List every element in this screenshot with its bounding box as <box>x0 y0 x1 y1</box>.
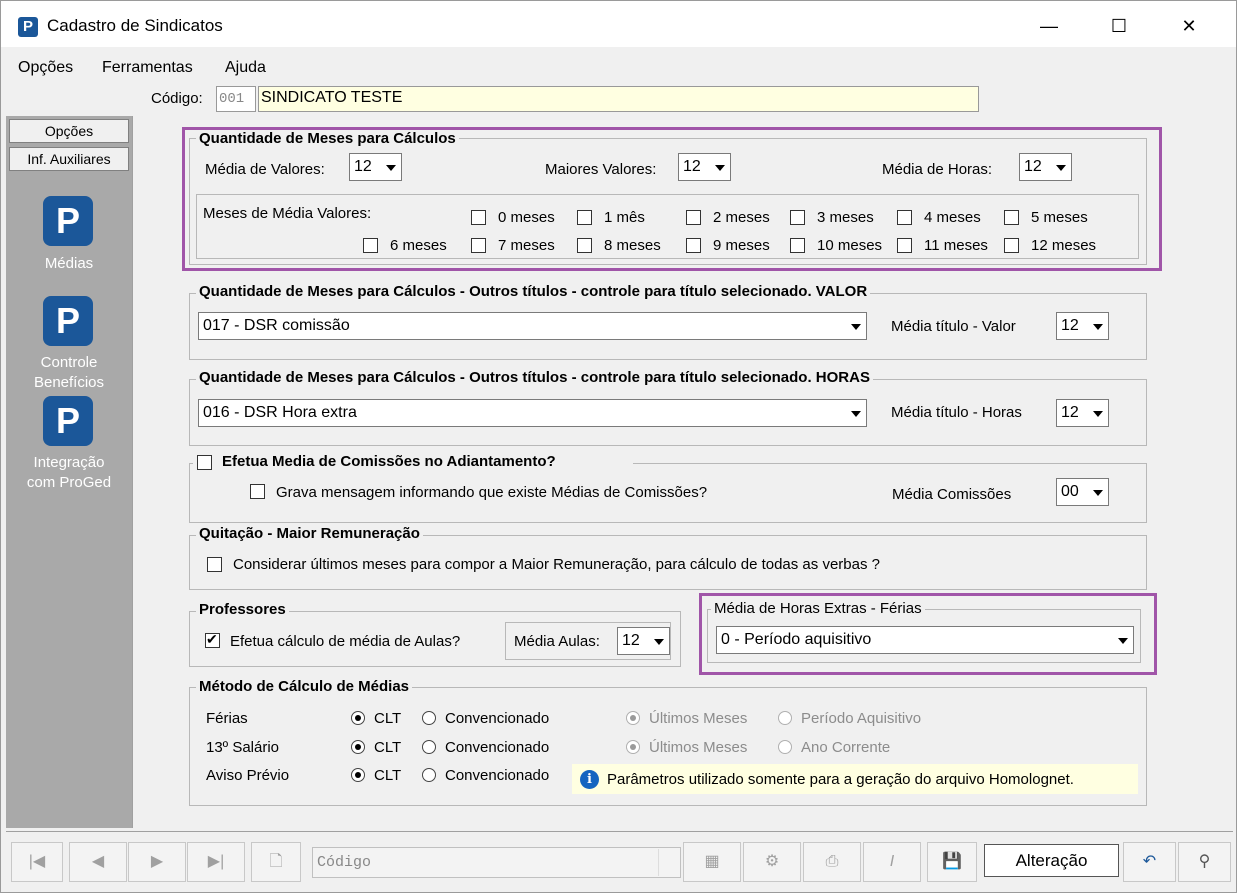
highlight-horas-extras-ferias <box>699 593 1157 675</box>
aviso-clt-label: CLT <box>374 767 402 784</box>
chevron-down-icon <box>1087 314 1107 338</box>
grava-mensagem-checkbox[interactable] <box>250 484 265 499</box>
chevron-down-icon[interactable] <box>658 849 679 876</box>
media-comissoes-select[interactable]: 00 <box>1056 478 1109 506</box>
undo-icon[interactable]: ↶ <box>1123 842 1176 882</box>
metodo-title: Método de Cálculo de Médias <box>196 678 413 695</box>
media-aulas-select[interactable]: 12 <box>617 627 670 655</box>
close-button[interactable]: ✕ <box>1166 9 1212 43</box>
chevron-down-icon <box>845 401 865 425</box>
decimo-ultimos-meses-label: Últimos Meses <box>649 739 748 756</box>
decimo-convencionado-label: Convencionado <box>445 739 550 756</box>
media-comissoes-label: Média Comissões <box>892 486 1012 503</box>
print-icon[interactable]: ⎙ <box>803 842 861 882</box>
sidebar-item-controle-label1[interactable]: Controle <box>6 353 132 373</box>
status-mode: Alteração <box>984 844 1119 877</box>
ferias-periodo-aquisitivo-label: Período Aquisitivo <box>801 710 922 727</box>
ferias-convencionado-label: Convencionado <box>445 710 550 727</box>
aviso-clt-radio[interactable] <box>351 768 365 782</box>
aviso-previo-label: Aviso Prévio <box>206 767 290 784</box>
codigo-input[interactable]: 001 <box>216 86 256 112</box>
efetua-media-aulas-checkbox[interactable] <box>205 631 220 648</box>
sindicato-name-input[interactable]: SINDICATO TESTE <box>258 86 979 112</box>
menu-ferramentas[interactable]: Ferramentas <box>102 59 193 77</box>
chevron-down-icon <box>648 629 668 653</box>
media-titulo-horas-select[interactable]: 12 <box>1056 399 1109 427</box>
professores-title: Professores <box>196 601 289 618</box>
codigo-search-input[interactable]: Código <box>312 847 681 878</box>
outros-horas-title: Quantidade de Meses para Cálculos - Outr… <box>196 369 873 386</box>
decimo-convencionado-radio[interactable] <box>422 740 436 754</box>
ferias-ultimos-meses-radio[interactable] <box>626 711 640 725</box>
decimo-clt-radio[interactable] <box>351 740 365 754</box>
efetua-media-aulas-label: Efetua cálculo de média de Aulas? <box>230 633 461 650</box>
binoculars-icon[interactable]: ⚲ <box>1178 842 1231 882</box>
report-icon[interactable]: ▦ <box>683 842 741 882</box>
first-record-icon[interactable]: |◀ <box>11 842 63 882</box>
media-titulo-valor-select[interactable]: 12 <box>1056 312 1109 340</box>
quitacao-title: Quitação - Maior Remuneração <box>196 525 423 542</box>
sidebar-item-controle-label2[interactable]: Benefícios <box>6 373 132 393</box>
aviso-convencionado-label: Convencionado <box>445 767 550 784</box>
next-record-icon[interactable]: ▶ <box>128 842 186 882</box>
maximize-button[interactable]: ☐ <box>1096 9 1142 43</box>
p-logo-icon[interactable]: P <box>43 396 93 446</box>
italic-edit-icon[interactable]: I <box>863 842 921 882</box>
sidebar: Opções Inf. Auxiliares P Médias P Contro… <box>6 116 132 828</box>
menu-opcoes[interactable]: Opções <box>18 59 73 77</box>
new-document-icon[interactable]: 🗋 <box>251 842 301 882</box>
ferias-convencionado-radio[interactable] <box>422 711 436 725</box>
p-logo-icon[interactable]: P <box>43 196 93 246</box>
tab-opcoes[interactable]: Opções <box>9 119 129 143</box>
ferias-ultimos-meses-label: Últimos Meses <box>649 710 748 727</box>
decimo-clt-label: CLT <box>374 739 402 756</box>
chevron-down-icon <box>845 314 865 338</box>
window-title: Cadastro de Sindicatos <box>47 16 223 35</box>
grava-mensagem-label: Grava mensagem informando que existe Méd… <box>276 484 708 501</box>
save-icon[interactable]: 💾 <box>927 842 977 882</box>
highlight-qtd-meses <box>182 127 1162 271</box>
p-logo-icon[interactable]: P <box>43 296 93 346</box>
info-text: Parâmetros utilizado somente para a gera… <box>607 771 1074 788</box>
decimo-ano-corrente-radio[interactable] <box>778 740 792 754</box>
tab-inf-auxiliares[interactable]: Inf. Auxiliares <box>9 147 129 171</box>
considerar-ultimos-meses-checkbox[interactable] <box>207 557 222 572</box>
sidebar-item-integracao-label1[interactable]: Integração <box>6 453 132 473</box>
info-icon: i <box>580 770 599 789</box>
ferias-clt-radio[interactable] <box>351 711 365 725</box>
media-aulas-label: Média Aulas: <box>514 633 600 650</box>
media-titulo-horas-label: Média título - Horas <box>891 404 1022 421</box>
ferias-clt-label: CLT <box>374 710 402 727</box>
title-bar: P Cadastro de Sindicatos — ☐ ✕ <box>1 1 1236 47</box>
previous-record-icon[interactable]: ◀ <box>69 842 127 882</box>
sidebar-item-integracao-label2[interactable]: com ProGed <box>6 473 132 493</box>
outros-valor-titulo-select[interactable]: 017 - DSR comissão <box>198 312 867 340</box>
aviso-convencionado-radio[interactable] <box>422 768 436 782</box>
decimo-ano-corrente-label: Ano Corrente <box>801 739 891 756</box>
outros-valor-title: Quantidade de Meses para Cálculos - Outr… <box>196 283 871 300</box>
comissoes-title: Efetua Media de Comissões no Adiantament… <box>222 453 556 470</box>
app-window: P Cadastro de Sindicatos — ☐ ✕ Opções Fe… <box>0 0 1237 893</box>
outros-horas-titulo-select[interactable]: 016 - DSR Hora extra <box>198 399 867 427</box>
bottom-toolbar: |◀ ◀ ▶ ▶| 🗋 Código ▦ ⚙ ⎙ I 💾 Alteração ↶… <box>6 831 1233 889</box>
efetua-comissoes-checkbox[interactable] <box>197 455 212 470</box>
sidebar-item-medias[interactable]: Médias <box>6 254 132 274</box>
ferias-periodo-aquisitivo-radio[interactable] <box>778 711 792 725</box>
decimo-terceiro-label: 13º Salário <box>206 739 280 756</box>
media-titulo-valor-label: Média título - Valor <box>891 318 1016 335</box>
menu-ajuda[interactable]: Ajuda <box>225 59 266 77</box>
last-record-icon[interactable]: ▶| <box>187 842 245 882</box>
chevron-down-icon <box>1087 401 1107 425</box>
decimo-ultimos-meses-radio[interactable] <box>626 740 640 754</box>
minimize-button[interactable]: — <box>1026 9 1072 43</box>
chevron-down-icon <box>1087 480 1107 504</box>
codigo-label: Código: <box>151 90 203 107</box>
app-logo-icon: P <box>18 17 38 37</box>
considerar-label: Considerar últimos meses para compor a M… <box>233 556 880 573</box>
ferias-label: Férias <box>206 710 248 727</box>
gear-icon[interactable]: ⚙ <box>743 842 801 882</box>
